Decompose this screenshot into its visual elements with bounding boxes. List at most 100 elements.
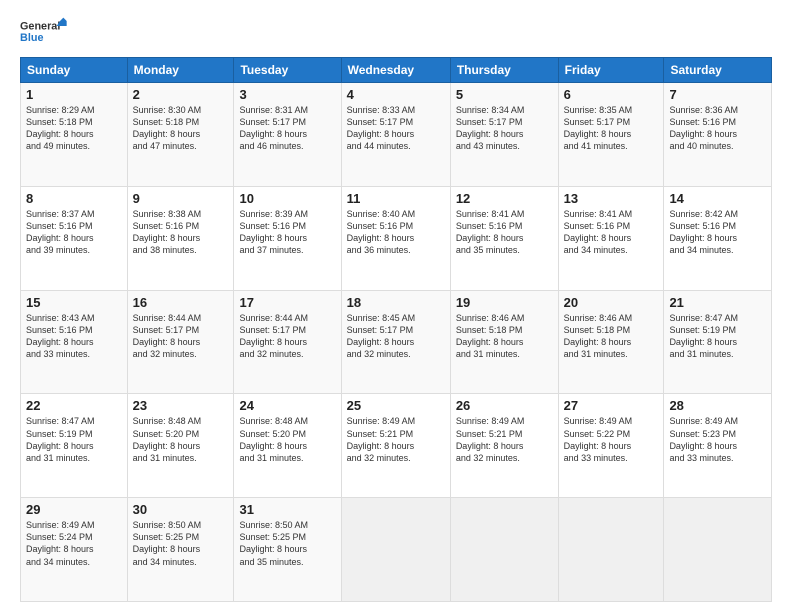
day-header-thursday: Thursday [450, 58, 558, 83]
day-number: 7 [669, 87, 766, 102]
calendar-cell: 25 Sunrise: 8:49 AMSunset: 5:21 PMDayligh… [341, 394, 450, 498]
svg-text:Blue: Blue [20, 32, 43, 44]
day-number: 22 [26, 398, 122, 413]
cell-details: Sunrise: 8:34 AMSunset: 5:17 PMDaylight:… [456, 104, 553, 153]
calendar-cell: 2 Sunrise: 8:30 AMSunset: 5:18 PMDaylight… [127, 83, 234, 187]
cell-details: Sunrise: 8:38 AMSunset: 5:16 PMDaylight:… [133, 208, 229, 257]
day-number: 20 [564, 295, 659, 310]
header: GeneralBlue [20, 15, 772, 47]
calendar-cell: 20 Sunrise: 8:46 AMSunset: 5:18 PMDayligh… [558, 290, 664, 394]
calendar-cell: 18Sunrise: 8:45 AMSunset: 5:17 PMDayligh… [341, 290, 450, 394]
day-number: 5 [456, 87, 553, 102]
day-number: 9 [133, 191, 229, 206]
calendar-cell: 26 Sunrise: 8:49 AMSunset: 5:21 PMDayligh… [450, 394, 558, 498]
cell-details: Sunrise: 8:50 AMSunset: 5:25 PMDaylight:… [133, 519, 229, 568]
day-number: 14 [669, 191, 766, 206]
calendar-cell: 1 Sunrise: 8:29 AMSunset: 5:18 PMDaylight… [21, 83, 128, 187]
cell-details: Sunrise: 8:49 AMSunset: 5:21 PMDaylight:… [347, 415, 445, 464]
cell-details: Sunrise: 8:33 AMSunset: 5:17 PMDaylight:… [347, 104, 445, 153]
cell-details: Sunrise: 8:35 AMSunset: 5:17 PMDaylight:… [564, 104, 659, 153]
day-number: 23 [133, 398, 229, 413]
cell-details: Sunrise: 8:45 AMSunset: 5:17 PMDaylight:… [347, 312, 445, 361]
cell-details: Sunrise: 8:42 AMSunset: 5:16 PMDaylight:… [669, 208, 766, 257]
calendar-cell [450, 498, 558, 602]
cell-details: Sunrise: 8:39 AMSunset: 5:16 PMDaylight:… [239, 208, 335, 257]
day-header-wednesday: Wednesday [341, 58, 450, 83]
day-number: 4 [347, 87, 445, 102]
calendar-cell: 23Sunrise: 8:48 AMSunset: 5:20 PMDayligh… [127, 394, 234, 498]
day-number: 21 [669, 295, 766, 310]
calendar-cell: 9 Sunrise: 8:38 AMSunset: 5:16 PMDaylight… [127, 186, 234, 290]
day-number: 11 [347, 191, 445, 206]
day-number: 31 [239, 502, 335, 517]
cell-details: Sunrise: 8:48 AMSunset: 5:20 PMDaylight:… [239, 415, 335, 464]
day-number: 2 [133, 87, 229, 102]
calendar-cell: 17Sunrise: 8:44 AMSunset: 5:17 PMDayligh… [234, 290, 341, 394]
week-row-3: 15Sunrise: 8:43 AMSunset: 5:16 PMDayligh… [21, 290, 772, 394]
day-number: 29 [26, 502, 122, 517]
cell-details: Sunrise: 8:46 AMSunset: 5:18 PMDaylight:… [564, 312, 659, 361]
week-row-5: 29 Sunrise: 8:49 AMSunset: 5:24 PMDayligh… [21, 498, 772, 602]
day-header-friday: Friday [558, 58, 664, 83]
calendar-cell: 11 Sunrise: 8:40 AMSunset: 5:16 PMDayligh… [341, 186, 450, 290]
day-number: 24 [239, 398, 335, 413]
calendar-body: 1 Sunrise: 8:29 AMSunset: 5:18 PMDaylight… [21, 83, 772, 602]
day-number: 16 [133, 295, 229, 310]
cell-details: Sunrise: 8:40 AMSunset: 5:16 PMDaylight:… [347, 208, 445, 257]
day-number: 6 [564, 87, 659, 102]
day-number: 26 [456, 398, 553, 413]
calendar-table: SundayMondayTuesdayWednesdayThursdayFrid… [20, 57, 772, 602]
cell-details: Sunrise: 8:36 AMSunset: 5:16 PMDaylight:… [669, 104, 766, 153]
day-header-sunday: Sunday [21, 58, 128, 83]
calendar-cell [558, 498, 664, 602]
week-row-2: 8 Sunrise: 8:37 AMSunset: 5:16 PMDaylight… [21, 186, 772, 290]
day-number: 13 [564, 191, 659, 206]
days-header-row: SundayMondayTuesdayWednesdayThursdayFrid… [21, 58, 772, 83]
calendar-cell: 10 Sunrise: 8:39 AMSunset: 5:16 PMDayligh… [234, 186, 341, 290]
calendar-cell: 6 Sunrise: 8:35 AMSunset: 5:17 PMDaylight… [558, 83, 664, 187]
day-number: 8 [26, 191, 122, 206]
cell-details: Sunrise: 8:31 AMSunset: 5:17 PMDaylight:… [239, 104, 335, 153]
cell-details: Sunrise: 8:30 AMSunset: 5:18 PMDaylight:… [133, 104, 229, 153]
cell-details: Sunrise: 8:41 AMSunset: 5:16 PMDaylight:… [456, 208, 553, 257]
calendar-cell: 7 Sunrise: 8:36 AMSunset: 5:16 PMDaylight… [664, 83, 772, 187]
cell-details: Sunrise: 8:47 AMSunset: 5:19 PMDaylight:… [669, 312, 766, 361]
calendar-cell: 31 Sunrise: 8:50 AMSunset: 5:25 PMDayligh… [234, 498, 341, 602]
day-number: 30 [133, 502, 229, 517]
svg-text:General: General [20, 20, 60, 32]
cell-details: Sunrise: 8:46 AMSunset: 5:18 PMDaylight:… [456, 312, 553, 361]
calendar-cell: 3 Sunrise: 8:31 AMSunset: 5:17 PMDaylight… [234, 83, 341, 187]
day-number: 15 [26, 295, 122, 310]
calendar-cell: 13 Sunrise: 8:41 AMSunset: 5:16 PMDayligh… [558, 186, 664, 290]
calendar-cell: 4 Sunrise: 8:33 AMSunset: 5:17 PMDaylight… [341, 83, 450, 187]
logo-icon: GeneralBlue [20, 15, 70, 47]
calendar-page: GeneralBlue SundayMondayTuesdayWednesday… [0, 0, 792, 612]
day-number: 28 [669, 398, 766, 413]
cell-details: Sunrise: 8:49 AMSunset: 5:24 PMDaylight:… [26, 519, 122, 568]
day-number: 25 [347, 398, 445, 413]
cell-details: Sunrise: 8:49 AMSunset: 5:22 PMDaylight:… [564, 415, 659, 464]
cell-details: Sunrise: 8:29 AMSunset: 5:18 PMDaylight:… [26, 104, 122, 153]
cell-details: Sunrise: 8:47 AMSunset: 5:19 PMDaylight:… [26, 415, 122, 464]
calendar-cell: 30 Sunrise: 8:50 AMSunset: 5:25 PMDayligh… [127, 498, 234, 602]
calendar-cell: 28Sunrise: 8:49 AMSunset: 5:23 PMDayligh… [664, 394, 772, 498]
calendar-cell [664, 498, 772, 602]
day-number: 1 [26, 87, 122, 102]
calendar-cell: 29 Sunrise: 8:49 AMSunset: 5:24 PMDayligh… [21, 498, 128, 602]
cell-details: Sunrise: 8:44 AMSunset: 5:17 PMDaylight:… [239, 312, 335, 361]
cell-details: Sunrise: 8:50 AMSunset: 5:25 PMDaylight:… [239, 519, 335, 568]
calendar-cell: 5 Sunrise: 8:34 AMSunset: 5:17 PMDaylight… [450, 83, 558, 187]
day-number: 10 [239, 191, 335, 206]
calendar-cell: 12Sunrise: 8:41 AMSunset: 5:16 PMDayligh… [450, 186, 558, 290]
cell-details: Sunrise: 8:37 AMSunset: 5:16 PMDaylight:… [26, 208, 122, 257]
cell-details: Sunrise: 8:41 AMSunset: 5:16 PMDaylight:… [564, 208, 659, 257]
day-number: 3 [239, 87, 335, 102]
week-row-4: 22 Sunrise: 8:47 AMSunset: 5:19 PMDayligh… [21, 394, 772, 498]
calendar-cell: 16Sunrise: 8:44 AMSunset: 5:17 PMDayligh… [127, 290, 234, 394]
calendar-cell: 8 Sunrise: 8:37 AMSunset: 5:16 PMDaylight… [21, 186, 128, 290]
week-row-1: 1 Sunrise: 8:29 AMSunset: 5:18 PMDaylight… [21, 83, 772, 187]
calendar-cell: 22 Sunrise: 8:47 AMSunset: 5:19 PMDayligh… [21, 394, 128, 498]
logo: GeneralBlue [20, 15, 70, 47]
calendar-cell [341, 498, 450, 602]
cell-details: Sunrise: 8:49 AMSunset: 5:21 PMDaylight:… [456, 415, 553, 464]
